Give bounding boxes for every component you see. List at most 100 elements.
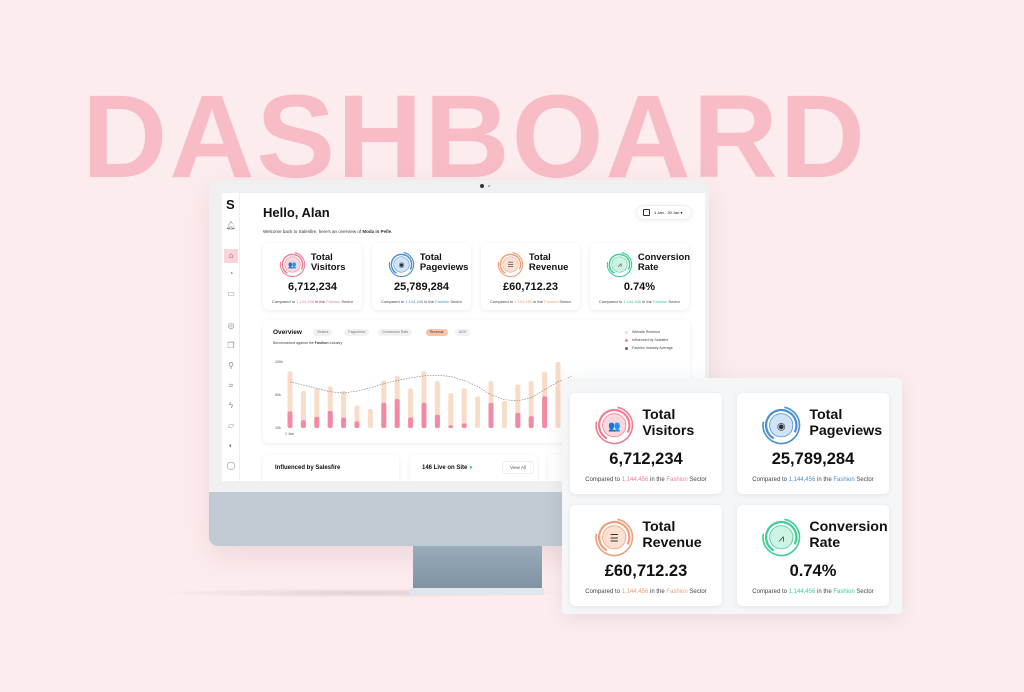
cmp-mid: in the: [648, 589, 667, 595]
stat-value: 25,789,284: [393, 281, 450, 293]
bar-influenced: [394, 398, 400, 428]
cmp-value: 1,144,456: [623, 299, 642, 304]
tab-visitors[interactable]: Visitors: [313, 329, 333, 336]
sidebar-toggle-icon[interactable]: ◐: [224, 439, 238, 453]
stat-title: Conversion Rate: [637, 252, 690, 274]
stat-value: 0.74%: [623, 281, 656, 293]
tab-aov[interactable]: AOV: [454, 329, 471, 336]
bar-influenced: [341, 417, 347, 428]
cmp-prefix: Compared to: [490, 299, 515, 304]
stat-title-line2: Revenue: [642, 534, 702, 551]
cmp-value: 1,144,456: [296, 299, 315, 304]
stat-card-rate[interactable]: ⩘ Conversion Rate 0.74% Compared to 1,144,45…: [737, 505, 889, 606]
hero-title: DASHBOARD: [82, 71, 867, 203]
logo[interactable]: S: [226, 197, 235, 212]
sidebar-copy-icon[interactable]: ❐: [224, 339, 238, 353]
date-range-label: 1 Jan - 30 Jan ▾: [654, 210, 683, 215]
live-panel: 146 Live on Site ● View All: [410, 455, 537, 481]
influenced-title: Influenced by Salesfire: [275, 465, 341, 471]
sidebar-archive-icon[interactable]: ▭: [224, 287, 238, 301]
cmp-value: 1,144,456: [621, 477, 649, 483]
live-title: 146 Live on Site ●: [422, 465, 473, 471]
cmp-suffix: Sector: [340, 299, 353, 304]
stat-card-pageviews[interactable]: ◉ Total Pageviews 25,789,284 Compared to 1,1…: [737, 393, 889, 494]
cmp-prefix: Compared to: [599, 299, 624, 304]
bar-influenced: [461, 423, 467, 428]
sidebar-zap-icon[interactable]: ϟ: [224, 399, 238, 413]
stat-title-line2: Rate: [637, 262, 659, 274]
tab-conversion-rate[interactable]: Conversion Rate: [378, 329, 413, 336]
bar-website-revenue: [501, 400, 507, 428]
stat-title-line2: Pageviews: [809, 422, 883, 439]
stat-title: Total Revenue: [529, 252, 569, 274]
coins-icon: ☰: [610, 533, 619, 544]
eye-icon: ◉: [777, 421, 786, 432]
welcome-prefix: Welcome back to Salesfire, here's an ove…: [263, 229, 363, 234]
monitor-stand: [413, 546, 542, 588]
stat-title-line1: Conversion: [809, 519, 888, 535]
cmp-prefix: Compared to: [272, 299, 297, 304]
cmp-sector: Fashion: [666, 589, 688, 595]
bench-prefix: Benchmarked against the: [273, 341, 315, 345]
sidebar-scan-icon[interactable]: ⌗: [224, 379, 238, 393]
cmp-suffix: Sector: [687, 589, 707, 595]
cmp-suffix: Sector: [449, 299, 462, 304]
sidebar-pie-chart-icon[interactable]: ◔: [224, 267, 238, 281]
view-all-button[interactable]: View All: [502, 461, 534, 474]
tab-pageviews[interactable]: Pageviews: [344, 329, 370, 336]
sidebar-chat-icon[interactable]: ◯: [224, 459, 238, 473]
stat-title-line1: Total: [809, 407, 843, 423]
welcome-text: Welcome back to Salesfire, here's an ove…: [263, 229, 392, 234]
stat-comparison: Compared to 1,144,456 in the Fashion Sec…: [737, 477, 889, 483]
stat-card-revenue[interactable]: ☰ Total Revenue £60,712.23 Compared to 1,144…: [481, 243, 580, 310]
y-tick-label: 100k: [275, 360, 283, 364]
cmp-sector: Fashion: [653, 299, 668, 304]
stat-card-revenue[interactable]: ☰ Total Revenue £60,712.23 Compared to 1,144…: [570, 505, 722, 606]
tab-revenue[interactable]: Revenue: [425, 329, 448, 336]
cmp-mid: in the: [815, 589, 834, 595]
sidebar-bell-icon[interactable]: 🔔︎: [224, 219, 238, 233]
stats-overlay: 👥 Total Visitors 6,712,234 Compared to 1,144…: [562, 378, 902, 614]
cmp-sector: Fashion: [435, 299, 450, 304]
bar-website-revenue: [448, 393, 454, 428]
bar-influenced: [408, 417, 414, 428]
stat-card-visitors[interactable]: 👥 Total Visitors 6,712,234 Compared to 1,144…: [570, 393, 722, 494]
sidebar-fingerprint-icon[interactable]: ◎: [224, 319, 238, 333]
camera-sensor: [488, 185, 490, 187]
bar-influenced: [421, 402, 427, 428]
x-tick-label: 1 Jan: [285, 432, 294, 436]
sidebar-search-icon[interactable]: ⚲: [224, 359, 238, 373]
cmp-value: 1,144,456: [405, 299, 424, 304]
cmp-suffix: Sector: [854, 589, 874, 595]
bar-influenced: [314, 416, 320, 428]
cmp-value: 1,144,456: [788, 477, 816, 483]
stat-card-visitors[interactable]: 👥 Total Visitors 6,712,234 Compared to 1,144…: [263, 243, 362, 310]
stat-card-rate[interactable]: ⩘ Conversion Rate 0.74% Compared to 1,144,45…: [590, 243, 690, 310]
cmp-mid: in the: [423, 299, 436, 304]
cmp-mid: in the: [532, 299, 545, 304]
legend-label: Website Revenue: [632, 330, 661, 334]
cmp-value: 1,144,456: [621, 589, 649, 595]
legend-item: Website Revenue: [625, 330, 660, 334]
stat-ring: 👥: [595, 406, 634, 445]
stat-card-pageviews[interactable]: ◉ Total Pageviews 25,789,284 Compared to 1,1…: [372, 243, 471, 310]
cmp-mid: in the: [648, 477, 667, 483]
stat-ring: ☰: [595, 518, 634, 557]
stat-title: Total Pageviews: [809, 407, 883, 439]
bar-website-revenue: [475, 396, 481, 428]
bar-influenced: [287, 411, 293, 428]
stat-comparison: Compared to 1,144,456 in the Fashion Sec…: [263, 299, 362, 304]
stat-comparison: Compared to 1,144,456 in the Fashion Sec…: [481, 299, 580, 304]
cmp-sector: Fashion: [833, 477, 855, 483]
stat-value: 6,712,234: [288, 281, 337, 293]
sidebar-inbox-icon[interactable]: ▱: [224, 419, 238, 433]
sidebar-home-icon[interactable]: ⌂: [224, 249, 238, 263]
chart-line-icon: ⩘: [779, 533, 785, 544]
date-range-button[interactable]: 1 Jan - 30 Jan ▾: [636, 205, 692, 220]
stat-title-line2: Pageviews: [419, 262, 469, 274]
stat-ring: 👥: [279, 251, 306, 278]
cmp-prefix: Compared to: [752, 589, 789, 595]
y-tick-label: 10k: [275, 426, 281, 430]
stat-title: Total Visitors: [310, 252, 346, 274]
stat-title-line2: Visitors: [310, 262, 346, 274]
